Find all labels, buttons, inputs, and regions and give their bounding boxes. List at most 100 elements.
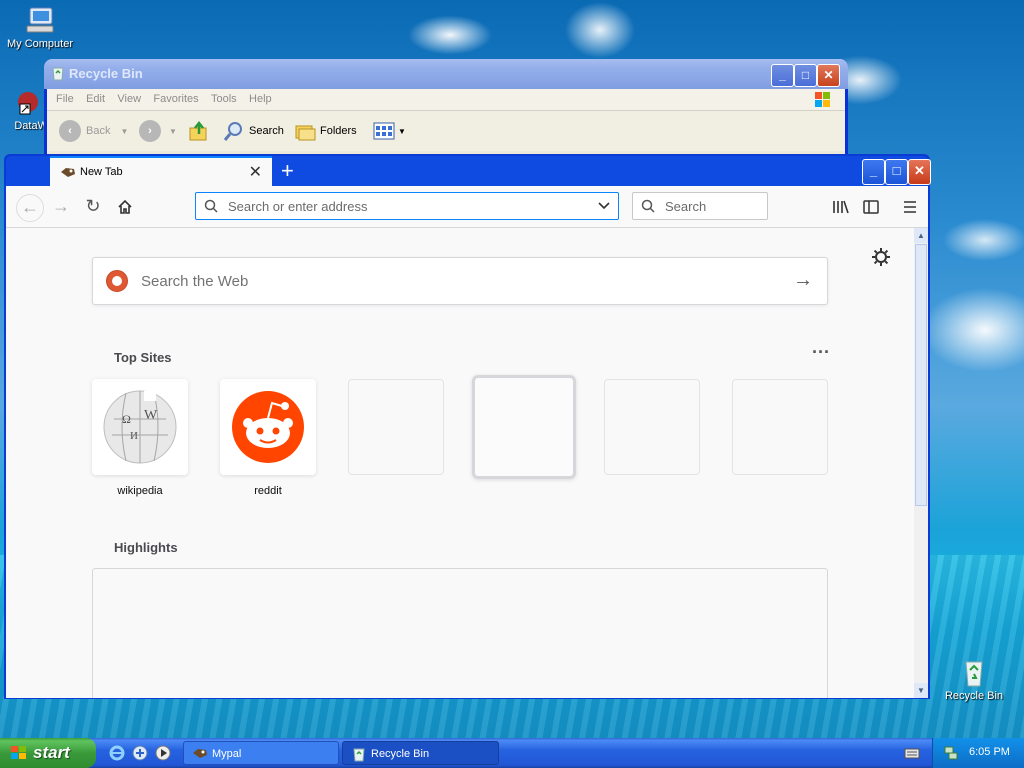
desktop-icon-recycle-bin[interactable]: Recycle Bin — [934, 656, 1014, 702]
tab-bar[interactable]: New Tab ✕ + _ □ ✕ — [6, 156, 931, 187]
search-icon — [223, 122, 242, 141]
gear-icon[interactable] — [872, 248, 890, 266]
maximize-button[interactable]: □ — [885, 159, 908, 185]
taskbar-task-mypal[interactable]: Mypal — [183, 741, 339, 765]
reddit-logo-icon — [232, 391, 304, 463]
back-arrow-icon: ‹ — [59, 120, 81, 142]
close-button[interactable]: ✕ — [908, 159, 931, 185]
svg-text:Ω: Ω — [122, 412, 131, 426]
reload-icon[interactable]: ↻ — [80, 194, 106, 220]
home-glyph — [118, 199, 132, 214]
menu-favorites[interactable]: Favorites — [153, 93, 198, 105]
search-bar[interactable] — [632, 192, 768, 220]
up-folder-button[interactable] — [188, 119, 210, 143]
top-site-tile-empty[interactable] — [348, 379, 444, 475]
close-button[interactable]: ✕ — [817, 64, 840, 87]
home-icon[interactable] — [112, 194, 138, 220]
web-search-input[interactable] — [139, 272, 743, 291]
views-grid-icon — [373, 122, 395, 140]
top-site-tile-wikipedia[interactable]: Ω W И — [92, 379, 188, 475]
my-computer-icon — [26, 7, 54, 33]
forward-arrow-icon[interactable]: → — [48, 194, 74, 220]
clock[interactable]: 6:05 PM — [969, 746, 1010, 758]
task-label: Recycle Bin — [371, 748, 430, 760]
navigation-toolbar: ← → ↻ — [6, 186, 928, 228]
more-options-icon[interactable]: ··· — [812, 342, 830, 363]
minimize-button[interactable]: _ — [771, 64, 794, 87]
tab-label: New Tab — [80, 166, 123, 178]
windows-logo-icon — [11, 746, 26, 759]
chevron-down-icon[interactable] — [598, 202, 610, 210]
top-site-label: wikipedia — [117, 485, 163, 497]
web-search-box[interactable]: → — [92, 257, 828, 305]
network-icon[interactable] — [943, 745, 959, 761]
address-input[interactable] — [226, 198, 590, 215]
search-button[interactable]: Search — [223, 119, 284, 143]
scroll-down-icon[interactable]: ▼ — [914, 683, 928, 698]
recycle-bin-icon — [353, 748, 365, 762]
hamburger-menu-icon[interactable] — [897, 194, 923, 220]
explorer-menubar: File Edit View Favorites Tools Help — [47, 89, 845, 111]
start-button[interactable]: start — [0, 738, 96, 768]
desktop-icon-my-computer[interactable]: My Computer — [0, 4, 80, 50]
taskbar: start Mypal Recycle Bin 6:05 PM — [0, 738, 1024, 768]
search-icon — [204, 199, 218, 213]
highlights-panel — [92, 568, 828, 698]
explorer-titlebar[interactable]: Recycle Bin _ □ ✕ — [44, 59, 848, 89]
keyboard-icon[interactable] — [904, 746, 920, 760]
svg-text:W: W — [144, 408, 158, 423]
library-icon[interactable] — [828, 194, 854, 220]
minimize-button[interactable]: _ — [862, 159, 885, 185]
mypal-logo-icon — [61, 168, 75, 177]
recycle-bin-icon — [965, 661, 983, 687]
svg-text:И: И — [130, 430, 138, 442]
close-tab-icon[interactable]: ✕ — [249, 162, 262, 182]
vertical-scrollbar[interactable]: ▲ ▼ — [914, 228, 928, 698]
folders-button[interactable]: Folders — [294, 119, 357, 143]
taskbar-task-recycle-bin[interactable]: Recycle Bin — [342, 741, 499, 765]
up-folder-icon — [189, 120, 207, 141]
mypal-logo-icon — [193, 749, 207, 758]
top-site-tile-empty[interactable] — [604, 379, 700, 475]
internet-explorer-icon[interactable] — [108, 744, 126, 762]
views-button[interactable]: ▼ — [373, 119, 406, 143]
forward-button[interactable]: › ▼ — [139, 119, 177, 143]
desktop-icon-label: My Computer — [6, 38, 74, 50]
sidebar-glyph — [863, 200, 879, 214]
search-icon — [641, 199, 655, 213]
chevron-down-icon: ▼ — [120, 126, 129, 136]
scroll-up-icon[interactable]: ▲ — [914, 228, 928, 243]
search-label: Search — [249, 125, 284, 137]
new-tab-button[interactable]: + — [281, 158, 294, 184]
library-glyph — [833, 200, 849, 214]
desktop-icon-label: Recycle Bin — [944, 690, 1004, 702]
arrow-right-icon[interactable]: → — [793, 269, 813, 292]
tab-new-tab[interactable]: New Tab ✕ — [50, 156, 272, 187]
back-arrow-icon[interactable]: ← — [16, 194, 44, 222]
address-bar[interactable] — [195, 192, 619, 220]
system-tray: 6:05 PM — [932, 738, 1024, 768]
media-player-icon[interactable] — [154, 744, 172, 762]
maximize-button[interactable]: □ — [794, 64, 817, 87]
search-bar-input[interactable] — [663, 198, 767, 215]
top-site-tile-empty[interactable] — [732, 379, 828, 475]
menu-tools[interactable]: Tools — [211, 93, 237, 105]
menu-view[interactable]: View — [117, 93, 141, 105]
back-button[interactable]: ‹ Back ▼ — [59, 119, 128, 143]
chevron-down-icon: ▼ — [169, 126, 177, 136]
start-label: start — [33, 743, 70, 762]
menu-help[interactable]: Help — [249, 93, 272, 105]
duckduckgo-icon — [106, 270, 128, 292]
shortcut-app-icon — [18, 92, 38, 115]
top-site-tile-reddit[interactable] — [220, 379, 316, 475]
top-site-tile-empty-focused[interactable] — [472, 375, 576, 479]
menu-glyph — [904, 201, 916, 213]
task-label: Mypal — [212, 748, 242, 760]
folders-label: Folders — [320, 125, 357, 137]
sidebar-icon[interactable] — [858, 194, 884, 220]
scrollbar-thumb[interactable] — [915, 244, 927, 506]
menu-file[interactable]: File — [56, 93, 74, 105]
outlook-express-icon[interactable] — [131, 744, 149, 762]
menu-edit[interactable]: Edit — [86, 93, 105, 105]
explorer-title: Recycle Bin — [69, 66, 143, 81]
